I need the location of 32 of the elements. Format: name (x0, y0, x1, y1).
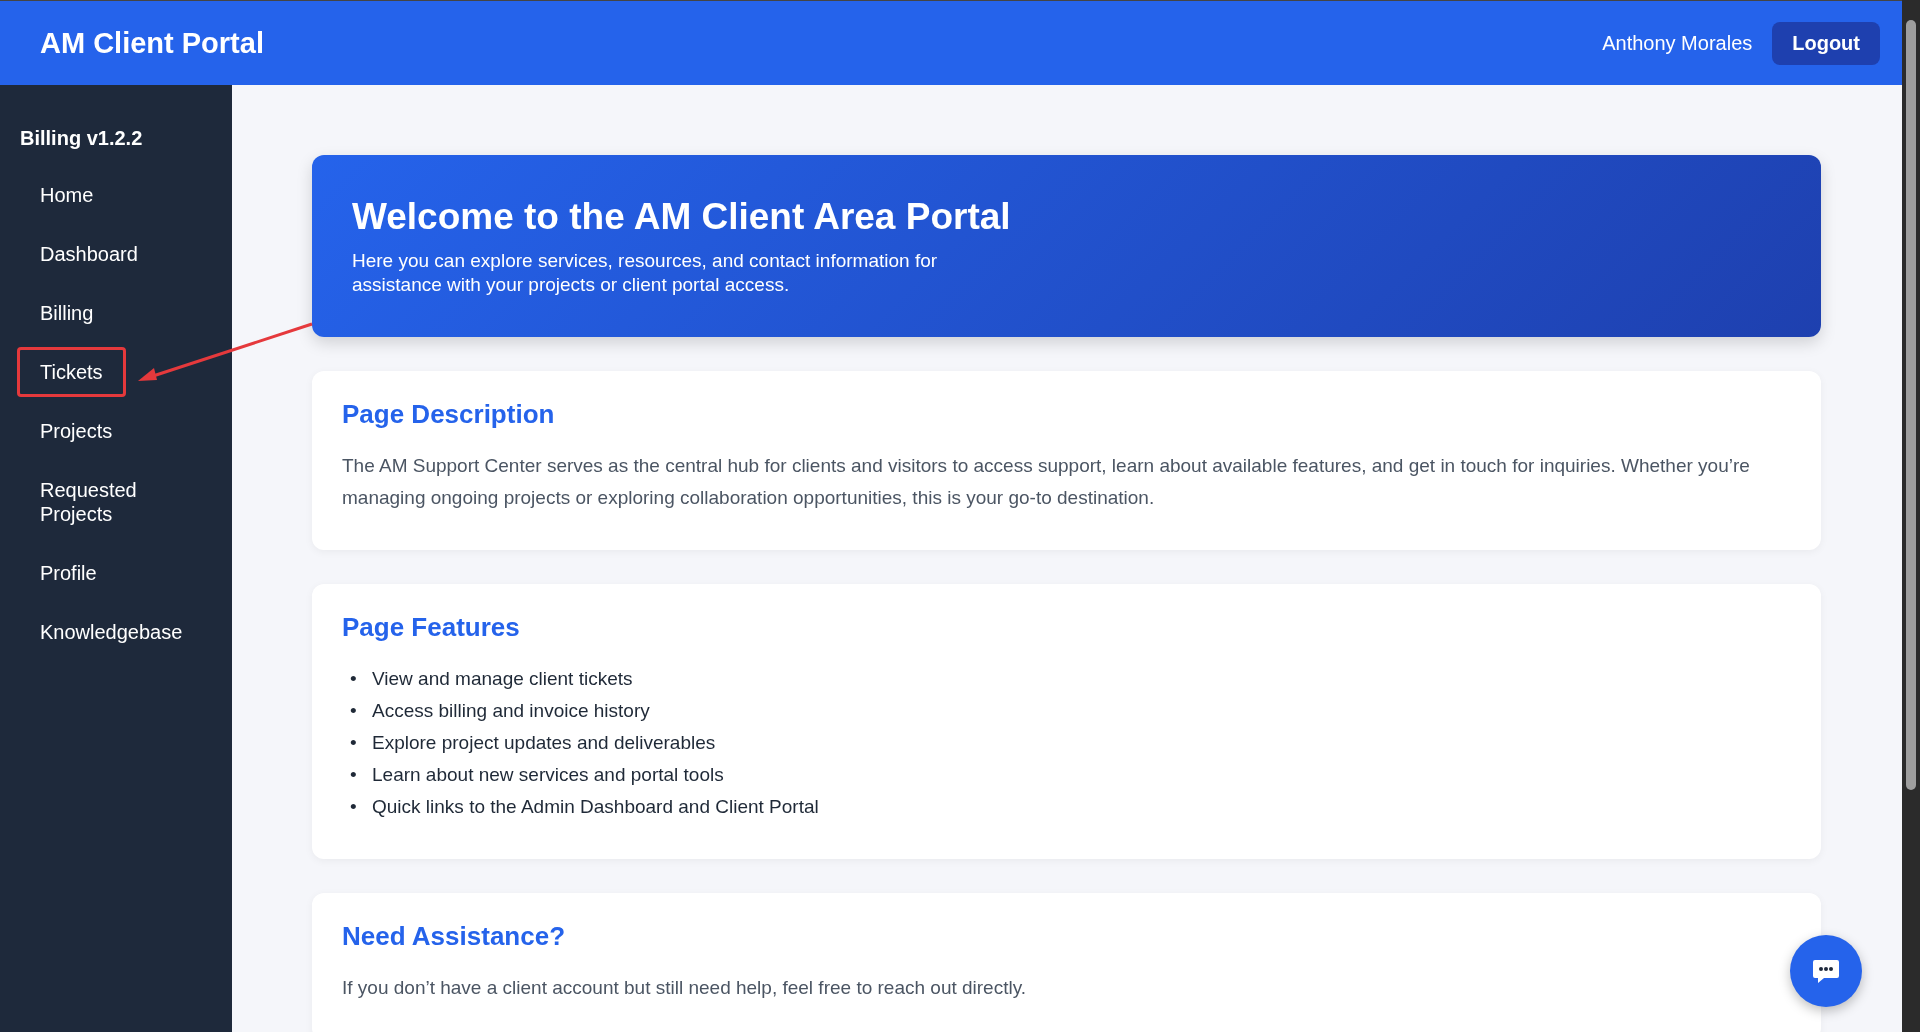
feature-item: Access billing and invoice history (372, 699, 650, 723)
sidebar-item[interactable]: Tickets (17, 347, 126, 397)
chat-button[interactable] (1790, 935, 1862, 1007)
sidebar-item[interactable]: Dashboard (17, 229, 161, 279)
bullet-mark: • (350, 667, 358, 691)
bullet-mark: • (350, 699, 358, 723)
hero-title: Welcome to the AM Client Area Portal (352, 195, 1012, 239)
section-title: Need Assistance? (342, 921, 567, 952)
sidebar-title: Billing v1.2.2 (20, 127, 144, 150)
section-title: Page Features (342, 612, 521, 643)
sidebar-item[interactable]: Billing (17, 288, 117, 338)
sidebar-item[interactable]: Requested Projects (17, 465, 193, 539)
sidebar-item[interactable]: Profile (17, 548, 120, 598)
app-title: AM Client Portal (40, 26, 265, 60)
bullet-mark: • (350, 763, 358, 787)
feature-item: Explore project updates and deliverables (372, 731, 716, 755)
bullet-mark: • (350, 731, 358, 755)
sidebar-item[interactable]: Projects (17, 406, 136, 456)
bullet-mark: • (350, 795, 358, 819)
hero-text: Here you can explore services, resources, and contact information for assistance with your projects or client portal access. (352, 249, 939, 297)
section-title: Page Description (342, 399, 556, 430)
feature-item: Learn about new services and portal tools (372, 763, 724, 787)
sidebar-item[interactable]: Home (17, 170, 117, 220)
logout-button[interactable]: Logout (1772, 21, 1880, 65)
section-text: The AM Support Center serves as the central hub for clients and visitors to access support, learn about available features, and get in touch for inquiries. Whether you’re managing ongoing projects or exploring collaboration opportunities, this is your go-to destination. (342, 454, 1751, 510)
feature-item: View and manage client tickets (372, 667, 633, 691)
user-name: Anthony Morales (1602, 31, 1753, 55)
chat-bubble-icon (1812, 958, 1840, 984)
sidebar-item[interactable]: Knowledgebase (17, 607, 193, 657)
section-text: If you don’t have a client account but still need help, feel free to reach out directly. (342, 976, 1028, 1000)
feature-item: Quick links to the Admin Dashboard and Client Portal (372, 795, 819, 819)
scrollbar[interactable] (1902, 0, 1920, 1032)
